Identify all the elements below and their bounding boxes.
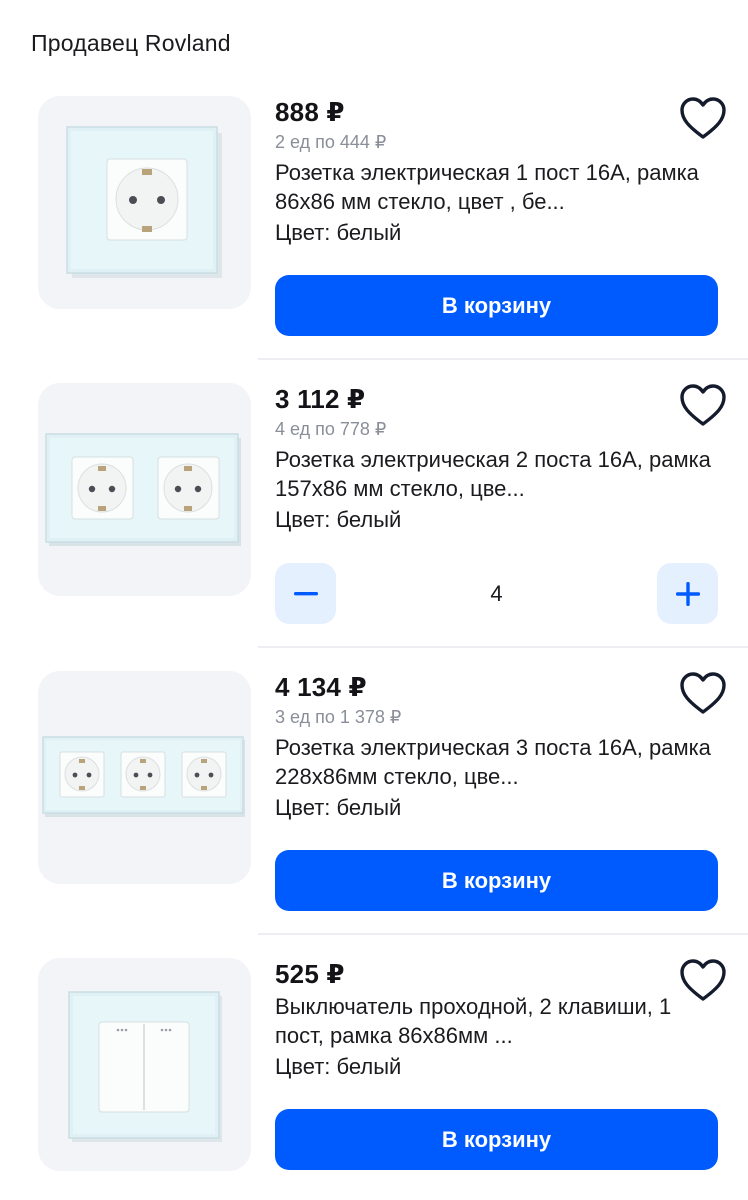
unit-price: 2 ед по 444 ₽ bbox=[275, 132, 387, 152]
unit-price: 3 ед по 1 378 ₽ bbox=[275, 707, 402, 727]
product-info: 3 112 ₽ 4 ед по 778 ₽ Розетка электричес… bbox=[275, 383, 718, 534]
product-price: 888 ₽ bbox=[275, 97, 345, 127]
favorite-heart-icon[interactable] bbox=[678, 96, 728, 142]
switch-image bbox=[68, 991, 222, 1142]
favorite-heart-icon[interactable] bbox=[678, 383, 728, 429]
quantity-value: 4 bbox=[490, 580, 503, 606]
product-color: Цвет: белый bbox=[275, 1054, 402, 1079]
product-image[interactable] bbox=[38, 958, 251, 1171]
favorite-heart-icon[interactable] bbox=[678, 671, 728, 717]
product-color: Цвет: белый bbox=[275, 507, 402, 532]
socket-3-image bbox=[42, 736, 245, 817]
seller-title: Продавец Rovland bbox=[31, 30, 231, 56]
plus-icon bbox=[675, 581, 700, 606]
product-color: Цвет: белый bbox=[275, 795, 402, 820]
minus-icon bbox=[293, 591, 318, 595]
product-title[interactable]: Выключатель проходной, 2 клавиши, 1 пост… bbox=[275, 992, 718, 1050]
add-to-cart-button[interactable]: В корзину bbox=[275, 850, 718, 911]
product-price: 4 134 ₽ bbox=[275, 672, 367, 702]
product-image[interactable] bbox=[38, 96, 251, 309]
product-title[interactable]: Розетка электрическая 2 поста 16А, рамка… bbox=[275, 445, 718, 503]
product-image[interactable] bbox=[38, 383, 251, 596]
socket-1-image bbox=[66, 126, 222, 278]
add-to-cart-button[interactable]: В корзину bbox=[275, 1109, 718, 1170]
product-info: 888 ₽ 2 ед по 444 ₽ Розетка электрическа… bbox=[275, 96, 718, 247]
favorite-heart-icon[interactable] bbox=[678, 958, 728, 1004]
divider bbox=[258, 933, 748, 935]
product-price: 525 ₽ bbox=[275, 959, 345, 989]
product-title[interactable]: Розетка электрическая 3 поста 16А, рамка… bbox=[275, 733, 718, 791]
product-image[interactable] bbox=[38, 671, 251, 884]
product-title[interactable]: Розетка электрическая 1 пост 16А, рамка … bbox=[275, 158, 718, 216]
product-info: 525 ₽ Выключатель проходной, 2 клавиши, … bbox=[275, 958, 718, 1081]
divider bbox=[258, 646, 748, 648]
product-info: 4 134 ₽ 3 ед по 1 378 ₽ Розетка электрич… bbox=[275, 671, 718, 822]
increase-quantity-button[interactable] bbox=[657, 563, 718, 624]
decrease-quantity-button[interactable] bbox=[275, 563, 336, 624]
quantity-stepper: 4 bbox=[275, 563, 718, 624]
add-to-cart-button[interactable]: В корзину bbox=[275, 275, 718, 336]
divider bbox=[258, 358, 748, 360]
product-color: Цвет: белый bbox=[275, 220, 402, 245]
socket-2-image bbox=[45, 433, 241, 546]
product-price: 3 112 ₽ bbox=[275, 384, 366, 414]
unit-price: 4 ед по 778 ₽ bbox=[275, 419, 387, 439]
